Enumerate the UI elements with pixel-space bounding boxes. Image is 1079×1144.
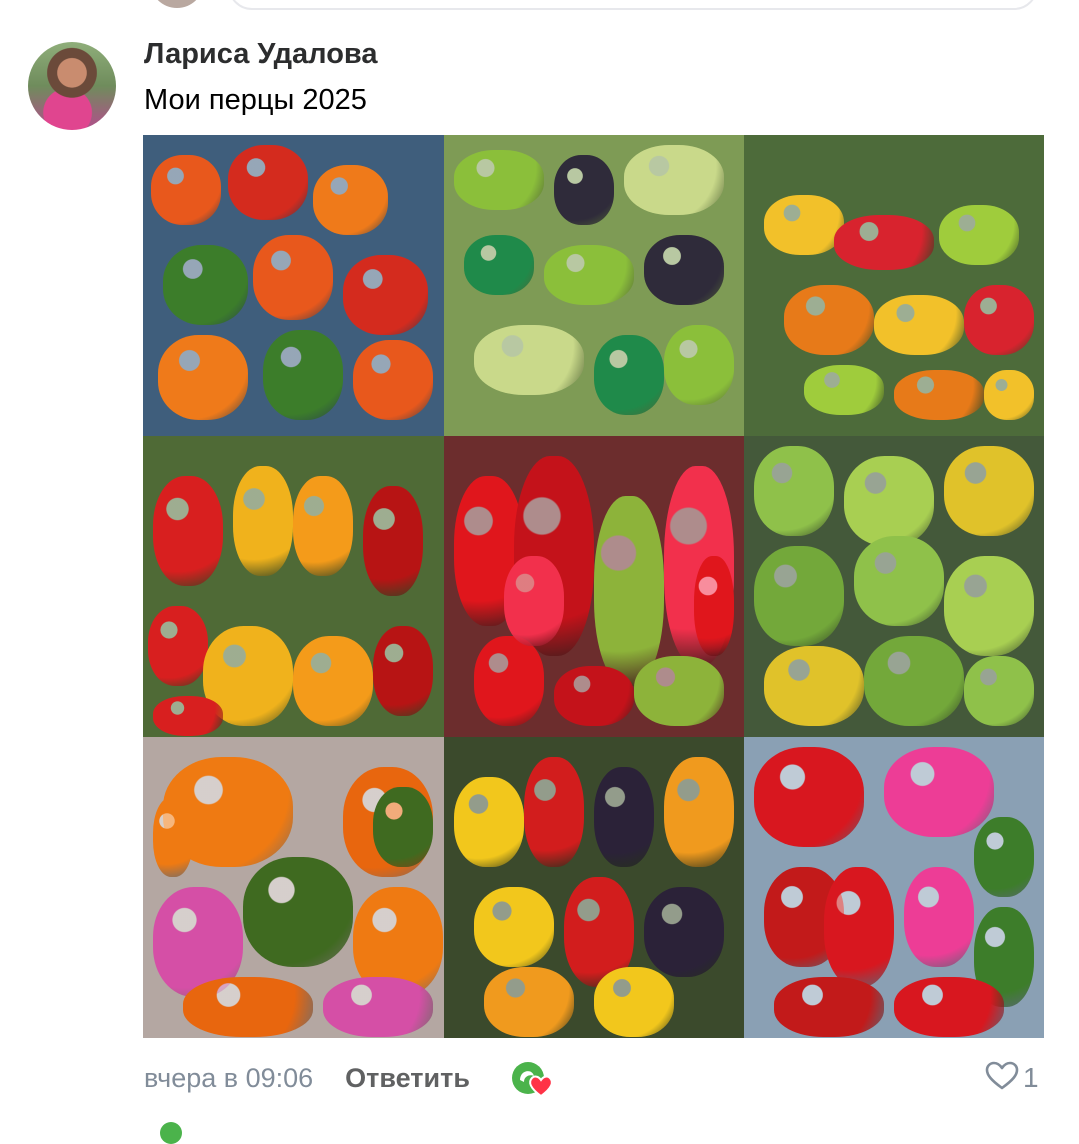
pepper-shape [944, 556, 1034, 656]
pepper-shape [634, 656, 724, 726]
pepper-shape [554, 666, 634, 726]
photo-7[interactable] [143, 737, 444, 1038]
pepper-shape [894, 977, 1004, 1037]
photo-1[interactable] [143, 135, 444, 436]
pepper-shape [854, 536, 944, 626]
pepper-shape [664, 325, 734, 405]
pepper-shape [454, 150, 544, 210]
pepper-shape [754, 446, 834, 536]
pepper-shape [158, 335, 248, 420]
reply-button[interactable]: Ответить [345, 1063, 470, 1094]
pepper-shape [844, 456, 934, 546]
pepper-shape [874, 295, 964, 355]
pepper-shape [694, 556, 734, 656]
pepper-shape [624, 145, 724, 215]
pepper-shape [313, 165, 388, 235]
pepper-shape [894, 370, 984, 420]
pepper-shape [464, 235, 534, 295]
pepper-shape [293, 636, 373, 726]
pepper-shape [363, 486, 423, 596]
comment-timestamp[interactable]: вчера в 09:06 [144, 1063, 313, 1094]
pepper-shape [964, 656, 1034, 726]
pepper-shape [784, 285, 874, 355]
pepper-shape [253, 235, 333, 320]
photo-6[interactable] [744, 436, 1044, 737]
pepper-shape [884, 747, 994, 837]
pepper-shape [944, 446, 1034, 536]
pepper-shape [594, 767, 654, 867]
pepper-shape [504, 556, 564, 646]
comment-meta: вчера в 09:06 Ответить [144, 1058, 556, 1098]
pepper-shape [594, 967, 674, 1037]
pepper-shape [474, 325, 584, 395]
pepper-shape [228, 145, 308, 220]
pepper-shape [554, 155, 614, 225]
pepper-shape [524, 757, 584, 867]
photo-3[interactable] [744, 135, 1044, 436]
photo-4[interactable] [143, 436, 444, 737]
pepper-shape [864, 636, 964, 726]
pepper-shape [594, 496, 664, 686]
pepper-shape [834, 215, 934, 270]
pepper-shape [754, 747, 864, 847]
reaction-heart-icon[interactable] [510, 1058, 556, 1098]
pepper-shape [754, 546, 844, 646]
pepper-shape [353, 340, 433, 420]
pepper-shape [148, 606, 208, 686]
photo-2[interactable] [444, 135, 744, 436]
pepper-shape [153, 696, 223, 736]
pepper-shape [373, 787, 433, 867]
pepper-shape [804, 365, 884, 415]
pepper-shape [764, 646, 864, 726]
comment-author[interactable]: Лариса Удалова [144, 38, 378, 71]
pepper-shape [474, 887, 554, 967]
pepper-shape [153, 476, 223, 586]
pepper-shape [904, 867, 974, 967]
pepper-shape [373, 626, 433, 716]
pepper-shape [594, 335, 664, 415]
pepper-shape [151, 155, 221, 225]
like-button[interactable]: 1 [985, 1060, 1039, 1096]
pepper-shape [964, 285, 1034, 355]
pepper-shape [243, 857, 353, 967]
pepper-shape [544, 245, 634, 305]
pepper-shape [984, 370, 1034, 420]
photo-9[interactable] [744, 737, 1044, 1038]
photo-8[interactable] [444, 737, 744, 1038]
pepper-shape [824, 867, 894, 987]
pepper-shape [233, 466, 293, 576]
pepper-shape [484, 967, 574, 1037]
next-avatar [160, 1122, 182, 1144]
pepper-shape [764, 195, 844, 255]
photo-grid [143, 135, 1044, 1038]
pepper-shape [664, 757, 734, 867]
pepper-shape [323, 977, 433, 1037]
user-avatar[interactable] [28, 42, 116, 130]
pepper-shape [974, 817, 1034, 897]
pepper-shape [263, 330, 343, 420]
pepper-shape [474, 636, 544, 726]
pepper-shape [343, 255, 428, 335]
pepper-shape [293, 476, 353, 576]
pepper-shape [939, 205, 1019, 265]
previous-avatar [150, 0, 204, 8]
pepper-shape [153, 797, 193, 877]
pepper-shape [644, 235, 724, 305]
photo-5[interactable] [444, 436, 744, 737]
pepper-shape [183, 977, 313, 1037]
pepper-shape [774, 977, 884, 1037]
heart-outline-icon [985, 1061, 1019, 1096]
pepper-shape [644, 887, 724, 977]
pepper-shape [163, 245, 248, 325]
reply-input-field[interactable] [228, 0, 1038, 10]
like-count: 1 [1023, 1062, 1039, 1093]
comment-text: Мои перцы 2025 [144, 84, 367, 116]
pepper-shape [454, 777, 524, 867]
